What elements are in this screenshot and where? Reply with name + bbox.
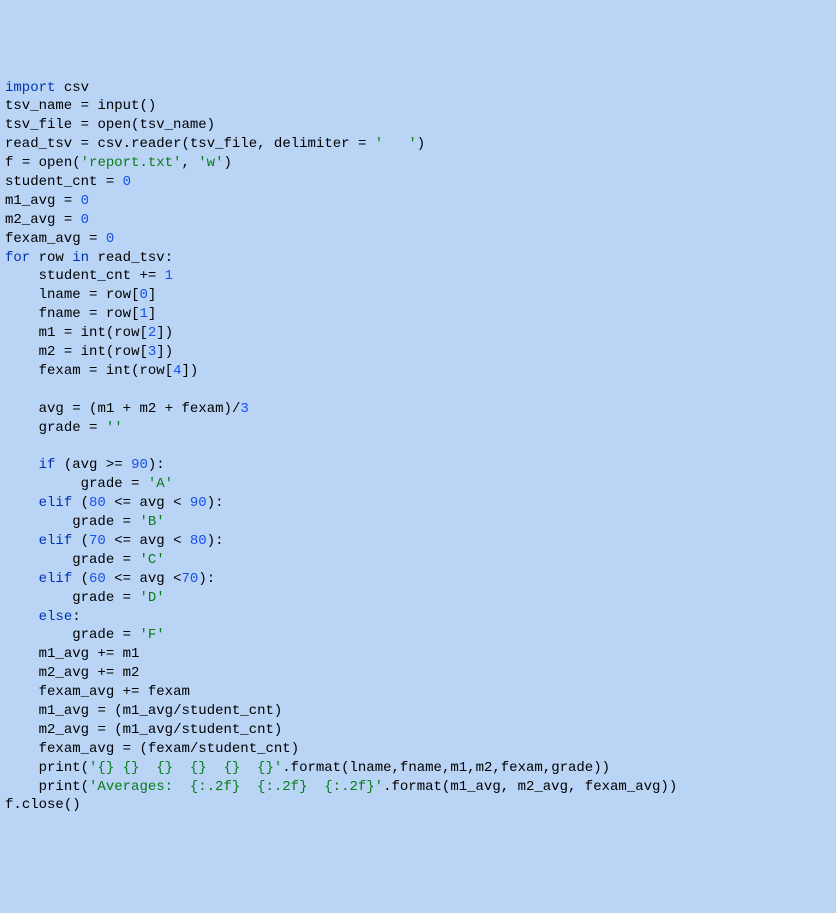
code-line: fexam_avg = 0 <box>5 230 831 249</box>
code-line: grade = 'B' <box>5 513 831 532</box>
code-line: elif (80 <= avg < 90): <box>5 494 831 513</box>
code-line: fname = row[1] <box>5 305 831 324</box>
code-line: else: <box>5 608 831 627</box>
code-line: grade = 'C' <box>5 551 831 570</box>
code-line: lname = row[0] <box>5 286 831 305</box>
code-line: elif (70 <= avg < 80): <box>5 532 831 551</box>
code-line: read_tsv = csv.reader(tsv_file, delimite… <box>5 135 831 154</box>
code-line: grade = 'D' <box>5 589 831 608</box>
code-line: print('Averages: {:.2f} {:.2f} {:.2f}'.f… <box>5 778 831 797</box>
code-line: grade = 'F' <box>5 626 831 645</box>
code-line: m1_avg = 0 <box>5 192 831 211</box>
code-line: fexam = int(row[4]) <box>5 362 831 381</box>
code-line: tsv_name = input() <box>5 97 831 116</box>
code-line: if (avg >= 90): <box>5 456 831 475</box>
code-line: m1 = int(row[2]) <box>5 324 831 343</box>
code-line: m1_avg += m1 <box>5 645 831 664</box>
code-line: elif (60 <= avg <70): <box>5 570 831 589</box>
code-line: f = open('report.txt', 'w') <box>5 154 831 173</box>
code-line: m2_avg += m2 <box>5 664 831 683</box>
code-line: grade = '' <box>5 419 831 438</box>
code-block: import csvtsv_name = input()tsv_file = o… <box>5 79 831 816</box>
code-line: m2_avg = 0 <box>5 211 831 230</box>
code-line: for row in read_tsv: <box>5 249 831 268</box>
code-line: m1_avg = (m1_avg/student_cnt) <box>5 702 831 721</box>
code-line: print('{} {} {} {} {} {}'.format(lname,f… <box>5 759 831 778</box>
code-line <box>5 381 831 400</box>
code-line: student_cnt = 0 <box>5 173 831 192</box>
code-line: tsv_file = open(tsv_name) <box>5 116 831 135</box>
code-line: student_cnt += 1 <box>5 267 831 286</box>
code-line: m2_avg = (m1_avg/student_cnt) <box>5 721 831 740</box>
code-line: grade = 'A' <box>5 475 831 494</box>
code-line <box>5 437 831 456</box>
code-line: fexam_avg = (fexam/student_cnt) <box>5 740 831 759</box>
code-line: avg = (m1 + m2 + fexam)/3 <box>5 400 831 419</box>
code-line: f.close() <box>5 796 831 815</box>
code-line: import csv <box>5 79 831 98</box>
code-line: fexam_avg += fexam <box>5 683 831 702</box>
code-line: m2 = int(row[3]) <box>5 343 831 362</box>
